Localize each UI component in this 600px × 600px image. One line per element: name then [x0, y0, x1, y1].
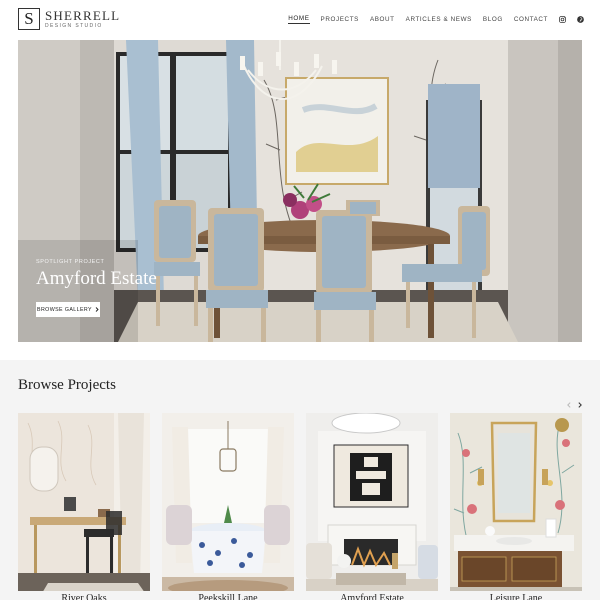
- project-card-title: Leisure Lane: [450, 591, 582, 600]
- carousel-prev-button[interactable]: [565, 401, 572, 409]
- project-card-peekskill-lane[interactable]: Peekskill Lane: [162, 413, 294, 600]
- project-card-amyford-estate[interactable]: Amyford Estate: [306, 413, 438, 600]
- nav-item-projects[interactable]: PROJECTS: [321, 16, 359, 23]
- project-image: [450, 413, 582, 600]
- carousel-controls: [561, 401, 583, 409]
- browse-projects-section: Browse Projects River Oaks Peekskill Lan…: [0, 360, 600, 600]
- logo-text: SHERRELL DESIGN STUDIO: [45, 9, 120, 29]
- chevron-left-icon: [566, 402, 571, 408]
- project-card-river-oaks[interactable]: River Oaks: [18, 413, 150, 600]
- nav-item-articles-news[interactable]: ARTICLES & NEWS: [406, 16, 472, 23]
- hero-banner[interactable]: SPOTLIGHT PROJECT Amyford Estate BROWSE …: [18, 40, 582, 342]
- project-card-leisure-lane[interactable]: Leisure Lane: [450, 413, 582, 600]
- chevron-right-icon: [95, 307, 99, 312]
- browse-gallery-button[interactable]: BROWSE GALLERY: [36, 302, 100, 317]
- hero-image: [18, 40, 582, 342]
- section-title: Browse Projects: [18, 377, 116, 393]
- nav-item-blog[interactable]: BLOG: [483, 16, 503, 23]
- chevron-right-icon: [577, 402, 582, 408]
- logo-name: SHERRELL: [45, 8, 121, 23]
- project-image: [162, 413, 294, 600]
- project-carousel: River Oaks Peekskill Lane Amyford Estate…: [18, 413, 582, 600]
- hero-title: Amyford Estate: [36, 268, 157, 289]
- logo-mark: S: [18, 8, 40, 30]
- project-card-title: Peekskill Lane: [162, 591, 294, 600]
- pinterest-icon[interactable]: [576, 16, 584, 24]
- hero-label: SPOTLIGHT PROJECT: [36, 259, 105, 265]
- project-image: [18, 413, 150, 600]
- nav-item-home[interactable]: HOME: [288, 15, 310, 24]
- project-card-title: River Oaks: [18, 591, 150, 600]
- logo[interactable]: S SHERRELL DESIGN STUDIO: [18, 8, 120, 30]
- nav-item-about[interactable]: ABOUT: [370, 16, 395, 23]
- project-image: [306, 413, 438, 600]
- browse-gallery-label: BROWSE GALLERY: [37, 306, 92, 313]
- main-nav: HOME PROJECTS ABOUT ARTICLES & NEWS BLOG…: [277, 15, 584, 24]
- logo-subtitle: DESIGN STUDIO: [45, 23, 103, 29]
- site-header: S SHERRELL DESIGN STUDIO HOME PROJECTS A…: [0, 0, 600, 40]
- nav-item-contact[interactable]: CONTACT: [514, 16, 548, 23]
- instagram-icon[interactable]: [558, 16, 566, 24]
- carousel-next-button[interactable]: [576, 401, 583, 409]
- project-card-title: Amyford Estate: [306, 591, 438, 600]
